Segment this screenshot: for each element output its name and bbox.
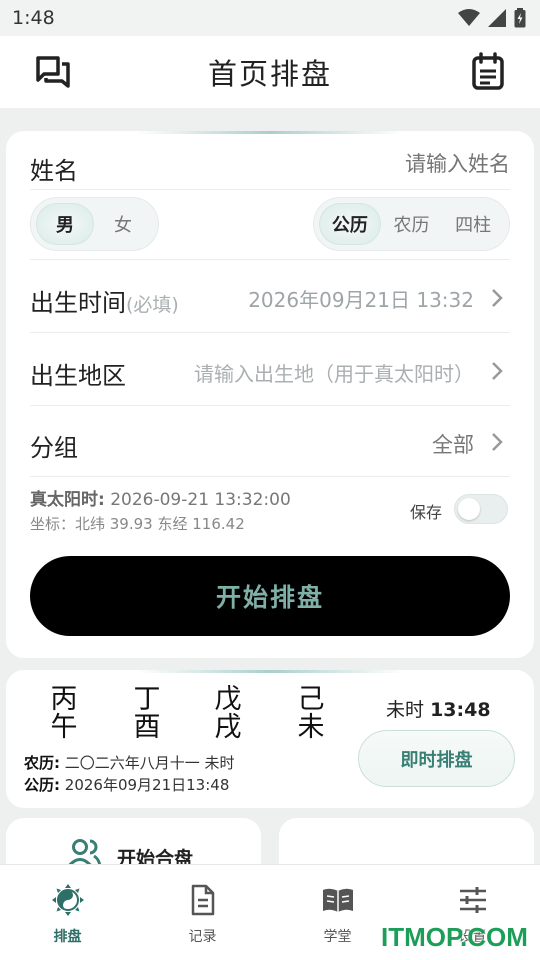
calendar-button[interactable] (470, 52, 506, 92)
name-label: 姓名 (30, 157, 78, 185)
group-row[interactable]: 分组 全部 (30, 406, 510, 477)
start-chart-button[interactable]: 开始排盘 (30, 556, 510, 636)
pillar-branch: 未 (297, 712, 325, 743)
pillar-month: 丁 酉 (130, 686, 164, 742)
true-solar-time: 真太阳时: 2026-09-21 13:32:00 (30, 485, 291, 510)
birth-time-value: 2026年09月21日 13:32 (248, 288, 474, 312)
status-bar: 1:48 (0, 0, 540, 36)
birth-place-placeholder: 请输入出生地（用于真太阳时） (194, 362, 474, 386)
save-label: 保存 (410, 503, 443, 522)
pillar-branch: 酉 (133, 712, 161, 743)
watermark: ITMOP.COM (381, 922, 528, 952)
nav-item-chart[interactable]: 排盘 (0, 865, 135, 960)
document-icon (191, 884, 214, 916)
pillar-stem: 丙 (50, 684, 78, 715)
current-hour: 未时 13:48 (386, 695, 491, 722)
pillar-branch: 午 (50, 712, 78, 743)
true-solar-time-value: 2026-09-21 13:32:00 (110, 490, 291, 510)
birth-place-label: 出生地区 (30, 362, 126, 390)
selector-row (30, 190, 510, 260)
pillar-stem: 丁 (133, 684, 161, 715)
pillar-hour: 己 未 (294, 686, 328, 742)
nav-item-records[interactable]: 记录 (135, 865, 270, 960)
toggle-knob (458, 498, 480, 520)
birth-time-row[interactable]: 出生时间(必填) 2026年09月21日 13:32 (30, 260, 510, 333)
chat-icon (36, 56, 70, 88)
lunar-value: 二〇二六年八月十一 未时 (64, 754, 235, 772)
pillar-branch: 戌 (214, 712, 242, 743)
pillar-stem: 己 (297, 684, 325, 715)
hour-time: 13:48 (430, 699, 491, 721)
chart-form-card: 姓名 男 女 公历 农历 四柱 出生时间(必填) 2026年09月21日 13:… (6, 131, 534, 658)
coordinates: 坐标：北纬 39.93 东经 116.42 (30, 515, 245, 533)
calendar-icon (472, 52, 504, 90)
birth-time-label: 出生时间 (30, 289, 126, 317)
chevron-right-icon (492, 433, 503, 451)
solar-value: 2026年09月21日13:48 (64, 776, 230, 794)
current-time-card: 丙 午 丁 酉 戊 戌 己 未 未时 13:48 农历: 二〇二六年八月十一 未… (6, 670, 534, 808)
status-icons (458, 8, 526, 28)
name-input[interactable] (250, 147, 510, 181)
true-solar-time-label: 真太阳时: (30, 490, 105, 510)
save-toggle[interactable] (454, 494, 508, 524)
messages-button[interactable] (34, 54, 74, 90)
nav-label: 排盘 (53, 929, 82, 945)
solar-label: 公历: (24, 776, 60, 794)
required-hint: (必填) (126, 294, 179, 316)
signal-icon (488, 9, 506, 27)
chevron-right-icon (492, 362, 503, 380)
wifi-icon (458, 9, 480, 26)
battery-icon (514, 8, 526, 28)
chevron-right-icon (492, 289, 503, 307)
page-title: 首页排盘 (207, 57, 332, 91)
birth-place-row[interactable]: 出生地区 请输入出生地（用于真太阳时） (30, 333, 510, 406)
nav-label: 记录 (188, 929, 217, 945)
group-label: 分组 (30, 434, 78, 462)
pillar-day: 戊 戌 (211, 686, 245, 742)
pillar-year: 丙 午 (47, 686, 81, 742)
status-time: 1:48 (12, 7, 55, 29)
app-bar: 首页排盘 (0, 36, 540, 108)
group-value: 全部 (432, 433, 474, 457)
hour-name: 未时 (386, 699, 425, 721)
name-row: 姓名 (30, 131, 510, 190)
pillar-stem: 戊 (214, 684, 242, 715)
yin-yang-icon (51, 884, 84, 916)
lunar-date: 农历: 二〇二六年八月十一 未时 (24, 752, 235, 773)
sliders-icon (459, 887, 486, 913)
solar-date: 公历: 2026年09月21日13:48 (24, 774, 229, 795)
instant-chart-button[interactable]: 即时排盘 (358, 730, 515, 787)
lunar-label: 农历: (24, 754, 60, 772)
book-icon (322, 888, 353, 912)
